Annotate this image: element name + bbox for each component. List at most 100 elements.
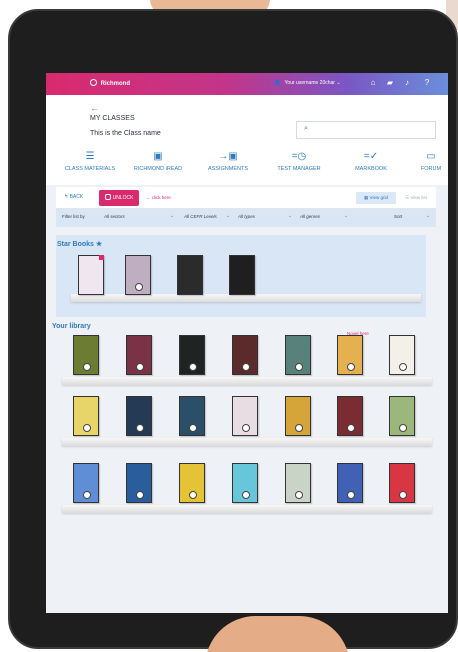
nav-richmond-iread[interactable]: ▣ RICHMOND iREAD	[118, 150, 198, 172]
star-book[interactable]	[125, 255, 151, 295]
unlock-button[interactable]: UNLOCK	[99, 190, 139, 206]
nav-test-manager[interactable]: =◷ TEST MANAGER	[259, 150, 339, 172]
library-book[interactable]	[337, 335, 363, 375]
chevron-down-icon: ⌄	[344, 213, 349, 219]
lock-icon	[136, 363, 144, 371]
star-book[interactable]	[177, 255, 203, 295]
chevron-down-icon: ⌄	[288, 213, 293, 219]
lock-icon	[295, 363, 303, 371]
lock-icon	[83, 363, 91, 371]
forum-icon: ▭	[426, 151, 436, 162]
star-book[interactable]	[78, 255, 104, 295]
lock-icon	[242, 363, 250, 371]
view-list-button[interactable]: ☰ View list	[398, 192, 434, 204]
content-area: ↰ BACK UNLOCK ← click here ▦ View grid ☰…	[46, 185, 448, 613]
lock-icon	[83, 424, 91, 432]
brand-name: Richmond	[100, 81, 131, 87]
view-grid-button[interactable]: ▦ View grid	[356, 192, 396, 204]
lock-icon	[135, 283, 143, 291]
reader-icon: ▣	[153, 151, 163, 162]
library-book[interactable]	[73, 396, 99, 436]
library-book[interactable]	[232, 463, 258, 503]
lock-icon	[104, 194, 111, 200]
library-book[interactable]	[285, 463, 311, 503]
library-book[interactable]	[179, 396, 205, 436]
library-book[interactable]	[126, 463, 152, 503]
tablet-photo: Richmond 👤 Your username 20char ⌄ ⌂ ▰ ♪ …	[0, 0, 458, 652]
tablet: Richmond 👤 Your username 20char ⌄ ⌂ ▰ ♪ …	[8, 9, 458, 649]
nav-assignments[interactable]: →▣ ASSIGNMENTS	[188, 150, 268, 172]
library-book[interactable]	[73, 463, 99, 503]
class-header: ← MY CLASSES This is the Class name ⌕ ☰ C…	[46, 95, 448, 185]
library-book[interactable]	[126, 335, 152, 375]
lock-icon	[295, 424, 303, 432]
user-icon: 👤	[274, 80, 281, 86]
lock-icon	[83, 491, 91, 499]
lock-icon	[347, 363, 355, 371]
lock-icon	[189, 424, 197, 432]
brand[interactable]: Richmond	[90, 79, 130, 87]
class-name: This is the Class name	[90, 130, 161, 137]
chevron-down-icon: ⌄	[426, 213, 431, 219]
star-book[interactable]	[229, 255, 255, 295]
sort-filter[interactable]: Sort	[394, 214, 402, 219]
search-icon: ⌕	[304, 125, 308, 132]
bell-icon[interactable]: ♪	[403, 79, 411, 87]
star-books-title: Star Books ★	[57, 241, 103, 248]
brand-logo-icon	[90, 79, 97, 86]
library-toolbar: ↰ BACK UNLOCK ← click here ▦ View grid ☰…	[56, 187, 436, 209]
library-book[interactable]	[389, 335, 415, 375]
lock-icon	[295, 491, 303, 499]
filter-bar: Filter list by All sectors ⌄ All CEFR Le…	[56, 209, 436, 227]
library-book[interactable]	[232, 335, 258, 375]
home-icon[interactable]: ⌂	[369, 79, 377, 87]
library-book[interactable]	[337, 396, 363, 436]
library-book[interactable]	[285, 396, 311, 436]
lock-icon	[399, 491, 407, 499]
library-shelf-2	[62, 438, 432, 446]
library-book[interactable]	[179, 335, 205, 375]
lock-icon	[242, 424, 250, 432]
library-book[interactable]	[179, 463, 205, 503]
test-manager-icon: =◷	[291, 151, 307, 162]
library-shelf-1	[62, 377, 432, 385]
back-arrow-icon[interactable]: ←	[90, 103, 99, 113]
library-title: Your library	[52, 323, 91, 330]
username: Your username 20char	[284, 80, 335, 86]
chevron-down-icon: ⌄	[226, 213, 231, 219]
library-book[interactable]	[389, 396, 415, 436]
user-menu[interactable]: 👤 Your username 20char ⌄	[274, 80, 344, 86]
library-book[interactable]	[126, 396, 152, 436]
library-book[interactable]	[73, 335, 99, 375]
book-tab	[99, 255, 104, 260]
chevron-down-icon: ⌄	[336, 80, 341, 86]
star-shelf	[71, 294, 421, 302]
search-input[interactable]: ⌕	[296, 121, 436, 139]
type-filter[interactable]: All types	[238, 214, 255, 219]
back-button[interactable]: ↰ BACK	[64, 194, 83, 200]
lock-icon	[347, 491, 355, 499]
nav-forum[interactable]: ▭ FORUM	[391, 150, 448, 172]
library-book[interactable]	[285, 335, 311, 375]
click-here-note: ← click here	[146, 195, 171, 200]
lock-icon	[136, 424, 144, 432]
lock-icon	[136, 491, 144, 499]
lock-icon	[399, 424, 407, 432]
sector-filter[interactable]: All sectors	[104, 214, 125, 219]
lock-icon	[347, 424, 355, 432]
library-shelf-3	[62, 505, 432, 513]
top-bar: Richmond 👤 Your username 20char ⌄ ⌂ ▰ ♪ …	[46, 73, 448, 95]
page-title: MY CLASSES	[90, 115, 135, 122]
lock-icon	[242, 491, 250, 499]
folder-icon[interactable]: ▰	[386, 79, 394, 87]
help-icon[interactable]: ?	[423, 79, 431, 87]
chevron-down-icon: ⌄	[170, 213, 175, 219]
lock-icon	[399, 363, 407, 371]
library-book[interactable]	[232, 396, 258, 436]
genre-filter[interactable]: All genres	[300, 214, 320, 219]
assignments-icon: →▣	[218, 151, 238, 162]
library-book[interactable]	[337, 463, 363, 503]
lock-icon	[189, 363, 197, 371]
cefr-filter[interactable]: All CEFR Levels	[184, 214, 217, 219]
library-book[interactable]	[389, 463, 415, 503]
